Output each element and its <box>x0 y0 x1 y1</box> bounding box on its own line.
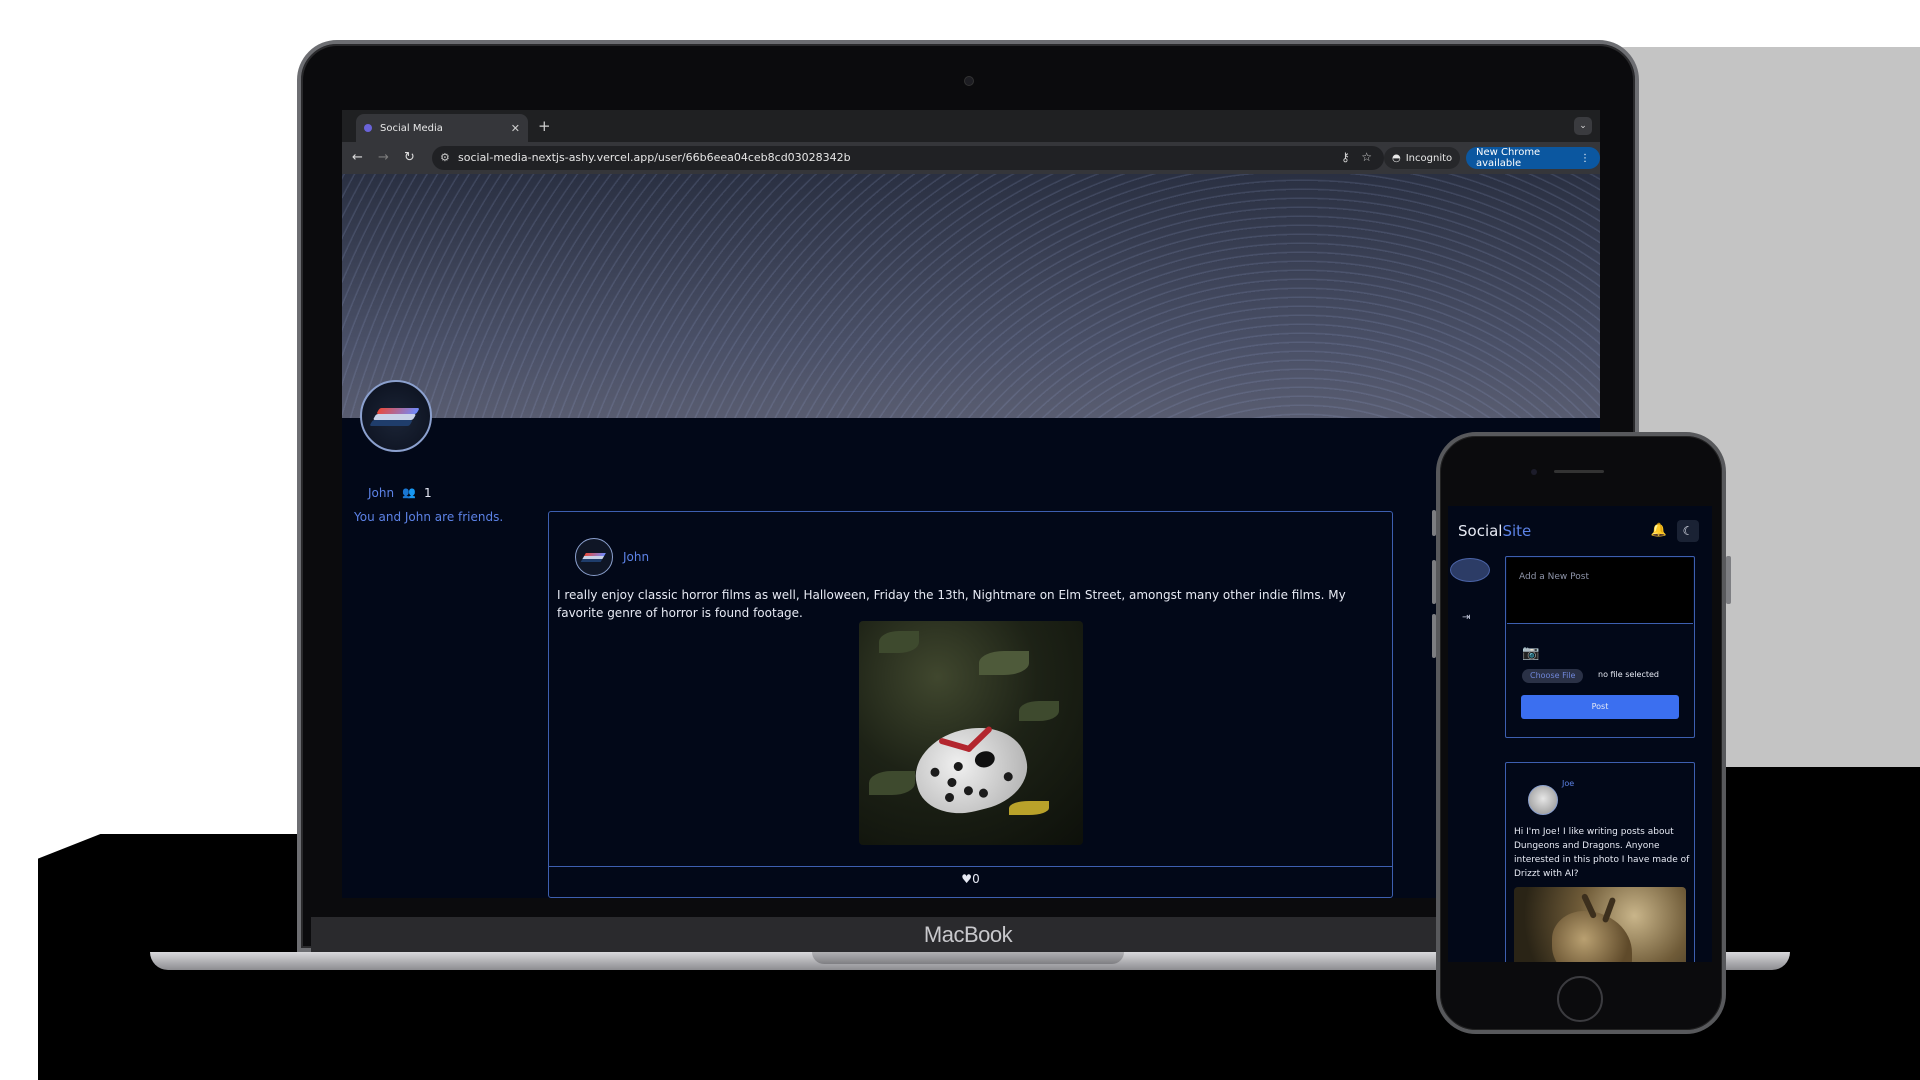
post-divider <box>549 866 1392 867</box>
logo-part-social: Social <box>1458 522 1503 540</box>
phone-home-button[interactable] <box>1557 976 1603 1022</box>
friend-status: You and John are friends. <box>354 510 504 524</box>
post-text: I really enjoy classic horror films as w… <box>557 588 1346 620</box>
foliage <box>869 771 915 795</box>
friends-count: 1 <box>424 486 432 500</box>
phone-side-button <box>1432 510 1436 536</box>
cover-photo <box>342 174 1600 418</box>
foliage <box>1019 701 1059 721</box>
update-label: New Chrome available <box>1476 147 1541 169</box>
bell-icon[interactable]: 🔔 <box>1648 520 1670 542</box>
feed-post-card: Joe Hi I'm Joe! I like writing posts abo… <box>1505 762 1695 962</box>
laptop-screen: Social Media ✕ + ⌄ ← → ↻ ⚙ social-media-… <box>342 110 1600 898</box>
logo-part-site: Site <box>1502 522 1532 540</box>
dragon-illustration <box>1552 911 1632 962</box>
tab-title: Social Media <box>380 122 443 134</box>
feed-post-image[interactable] <box>1514 887 1686 962</box>
forward-icon[interactable]: → <box>378 150 389 165</box>
friends-icon: 👥 <box>402 486 416 499</box>
new-post-input[interactable]: Add a New Post <box>1507 558 1693 624</box>
sidebar-avatar[interactable] <box>1450 558 1490 582</box>
laptop-brand: MacBook <box>923 921 1013 947</box>
post-card: John I really enjoy classic horror films… <box>548 511 1393 898</box>
browser-tab-bar: Social Media ✕ + ⌄ <box>342 110 1600 142</box>
profile-name[interactable]: John <box>368 486 394 500</box>
incognito-badge[interactable]: ◓ Incognito <box>1384 147 1461 169</box>
moon-icon[interactable]: ☾ <box>1677 520 1699 542</box>
file-status: no file selected <box>1598 670 1660 679</box>
heart-icon: ♥ <box>961 872 973 886</box>
tab-search-icon[interactable]: ⌄ <box>1574 117 1592 135</box>
foliage <box>1009 801 1049 815</box>
mockup-stage: Social Media ✕ + ⌄ ← → ↻ ⚙ social-media-… <box>0 0 1920 1080</box>
back-icon[interactable]: ← <box>352 150 363 165</box>
incognito-icon: ◓ <box>1392 152 1401 164</box>
post-author[interactable]: John <box>623 550 649 564</box>
reload-icon[interactable]: ↻ <box>404 150 415 165</box>
foliage <box>979 651 1029 675</box>
new-tab-icon[interactable]: + <box>538 117 551 135</box>
new-post-card: Add a New Post 📷 Choose File no file sel… <box>1505 556 1695 738</box>
favicon-icon <box>364 124 372 132</box>
feed-post-text: Hi I'm Joe! I like writing posts about D… <box>1514 827 1690 879</box>
like-button[interactable]: ♥0 <box>549 872 1392 886</box>
laptop-chin: MacBook <box>311 917 1625 952</box>
feed-author[interactable]: Joe <box>1562 779 1574 788</box>
choose-file-button[interactable]: Choose File <box>1522 669 1584 683</box>
like-count: 0 <box>972 872 980 886</box>
browser-tab[interactable]: Social Media ✕ <box>356 114 528 142</box>
phone-side-button <box>1432 560 1436 604</box>
bookmark-star-icon[interactable]: ⚷ ☆ <box>1341 150 1372 164</box>
laptop-notch <box>812 952 1124 964</box>
incognito-label: Incognito <box>1405 152 1453 164</box>
app-logo[interactable]: SocialSite <box>1458 522 1531 540</box>
address-bar[interactable]: ⚙ social-media-nextjs-ashy.vercel.app/us… <box>432 146 1384 170</box>
close-tab-icon[interactable]: ✕ <box>511 122 520 135</box>
more-menu-icon[interactable]: ⋮ <box>1580 153 1590 164</box>
phone-screen: SocialSite 🔔 ☾ ⇥ Add a New Post 📷 Choose… <box>1448 506 1712 962</box>
laptop-camera <box>964 76 974 86</box>
url-text: social-media-nextjs-ashy.vercel.app/user… <box>458 151 851 164</box>
phone-speaker <box>1554 470 1604 473</box>
post-image[interactable] <box>859 621 1083 845</box>
site-info-icon[interactable]: ⚙ <box>440 151 450 164</box>
post-author-avatar[interactable] <box>575 538 613 576</box>
camera-icon[interactable]: 📷 <box>1522 645 1539 661</box>
chrome-update-button[interactable]: New Chrome available ⋮ <box>1466 147 1600 169</box>
browser-toolbar: ← → ↻ ⚙ social-media-nextjs-ashy.vercel.… <box>342 142 1600 174</box>
foliage <box>879 631 919 653</box>
logout-icon[interactable]: ⇥ <box>1462 612 1470 623</box>
profile-avatar <box>360 380 432 452</box>
post-button[interactable]: Post <box>1521 695 1679 719</box>
feed-author-avatar[interactable] <box>1528 785 1558 815</box>
phone-side-button <box>1726 556 1731 604</box>
phone-front-camera <box>1531 469 1537 475</box>
phone-side-button <box>1432 614 1436 658</box>
